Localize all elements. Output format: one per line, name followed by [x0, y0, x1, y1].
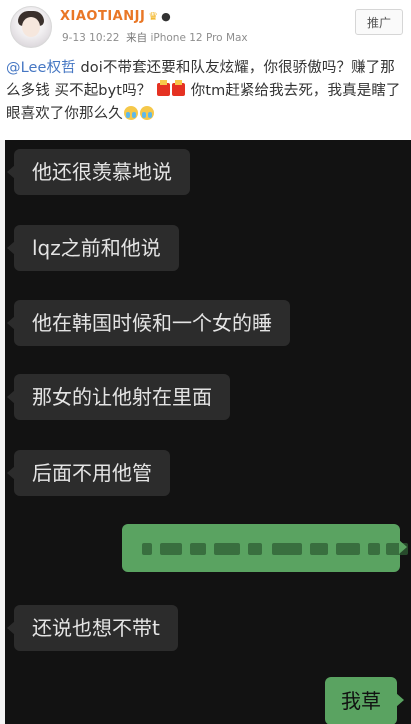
post-timestamp: 9-13 10:22	[62, 32, 120, 44]
panda-icon: ●	[161, 9, 171, 23]
avatar[interactable]	[10, 6, 52, 48]
username-link[interactable]: XIAOTIANJJ	[60, 9, 145, 24]
blur-segment	[248, 543, 262, 555]
post-text: @Lee权哲 doi不带套还要和队友炫耀，你很骄傲吗？赚了那么多钱 买不起byt…	[6, 57, 406, 126]
chat-screenshot: 他还很羡慕地说 lqz之前和他说 他在韩国时候和一个女的睡 那女的让他射在里面 …	[0, 140, 411, 724]
redacted-text	[142, 543, 411, 557]
chat-bubble-outgoing: 我草	[325, 677, 404, 724]
blur-segment	[214, 543, 240, 555]
blur-segment	[368, 543, 380, 555]
weibo-post-header: XIAOTIANJJ ♛ ● 9-13 10:22 来自 iPhone 12 P…	[0, 0, 411, 140]
blur-segment	[160, 543, 182, 555]
post-meta: 9-13 10:22 来自 iPhone 12 Pro Max	[62, 30, 248, 45]
blur-segment	[386, 543, 408, 555]
mention-link[interactable]: @Lee权哲	[6, 60, 76, 76]
blur-segment	[190, 543, 206, 555]
chat-bubble-incoming: lqz之前和他说	[7, 225, 179, 271]
chat-bubble-incoming: 还说也想不带t	[7, 605, 178, 651]
chat-bubble-incoming: 他还很羡慕地说	[7, 149, 190, 195]
fries-icon	[172, 80, 185, 96]
blur-segment	[336, 543, 360, 555]
chat-bubble-incoming: 后面不用他管	[7, 450, 170, 496]
username-row: XIAOTIANJJ ♛ ●	[60, 7, 171, 25]
device-label[interactable]: iPhone 12 Pro Max	[150, 32, 247, 44]
chat-bubble-outgoing-redacted	[122, 524, 408, 572]
blur-segment	[272, 543, 302, 555]
chat-edge	[0, 140, 5, 724]
blur-segment	[142, 543, 152, 555]
crown-icon: ♛	[148, 9, 159, 23]
promote-button[interactable]: 推广	[355, 9, 403, 35]
source-prefix: 来自	[126, 32, 148, 44]
fries-icon	[157, 80, 170, 96]
avatar-face	[22, 17, 40, 37]
chat-bubble-incoming: 他在韩国时候和一个女的睡	[7, 300, 290, 346]
blur-segment	[310, 543, 328, 555]
weeping-face-icon	[123, 106, 138, 120]
chat-bubble-incoming: 那女的让他射在里面	[7, 374, 230, 420]
weeping-face-icon	[139, 106, 154, 120]
